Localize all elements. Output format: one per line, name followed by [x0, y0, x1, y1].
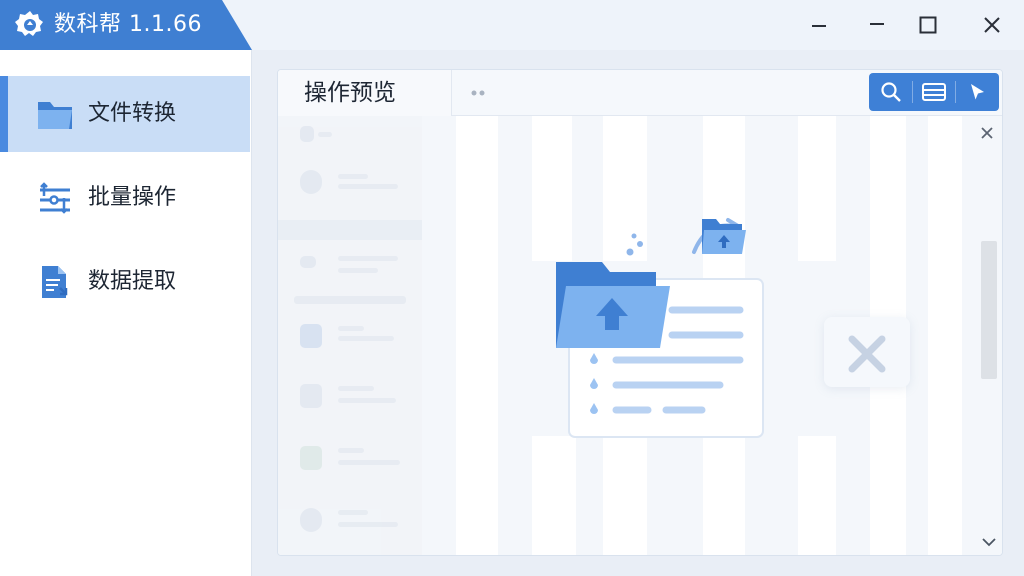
placeholder-line: [338, 256, 398, 261]
file-icon: [300, 446, 322, 470]
bg-stripe: [928, 116, 962, 555]
tab-label: 操作预览: [304, 80, 396, 106]
file-icon: [300, 384, 322, 408]
pointer-icon: [971, 84, 984, 100]
sidebar-item-label: 数据提取: [88, 269, 177, 294]
minimize-button[interactable]: [790, 0, 848, 50]
file-icon: [300, 324, 322, 348]
tab-preview[interactable]: 操作预览: [278, 70, 452, 116]
document-extract-icon: [42, 266, 68, 298]
placeholder-line: [338, 448, 364, 453]
scan-icon: [922, 83, 946, 101]
preview-canvas: [278, 116, 1002, 555]
sidebar-item-label: 批量操作: [88, 185, 177, 210]
placeholder-line: [338, 510, 368, 515]
list-item: [278, 240, 422, 300]
bg-stripe: [532, 436, 576, 555]
scrollbar-thumb[interactable]: [981, 241, 997, 379]
bg-stripe: [798, 436, 836, 555]
folder-icon: [38, 102, 72, 129]
file-icon: [300, 170, 322, 194]
placeholder-line: [338, 460, 400, 465]
placeholder-line: [294, 296, 406, 304]
folder-upload-icon: [556, 218, 764, 438]
app-title: 数科帮 1.1.66: [54, 12, 202, 38]
list-item: [278, 434, 422, 494]
app-version: 1.1.66: [129, 12, 202, 37]
search-icon: [881, 82, 901, 102]
toolbar-divider: [912, 81, 913, 103]
small-folder-upload-icon: [702, 219, 746, 254]
sidebar-item-file-convert[interactable]: 文件转换: [0, 76, 250, 152]
bg-stripe: [456, 116, 498, 555]
list-item: [278, 312, 422, 372]
maximize-button[interactable]: [899, 0, 957, 50]
file-icon: [300, 256, 316, 268]
cancel-card[interactable]: [824, 317, 910, 387]
preview-toolbar: [869, 73, 999, 111]
list-item: [278, 220, 422, 240]
list-item: [278, 496, 422, 555]
placeholder-line: [338, 386, 374, 391]
chevron-down-icon[interactable]: [978, 534, 1000, 550]
bg-stripe: [798, 116, 836, 261]
close-window-button[interactable]: [963, 0, 1021, 50]
close-preview-icon[interactable]: [976, 122, 998, 144]
sidebar-item-label: 文件转换: [88, 101, 177, 126]
cancel-x-icon: [848, 335, 886, 373]
panel-header: 操作预览: [278, 70, 1002, 116]
list-item: [278, 372, 422, 432]
placeholder-line: [338, 268, 378, 273]
ghost-file-list: [278, 116, 422, 555]
placeholder-line: [338, 326, 364, 331]
placeholder-line: [338, 184, 398, 189]
preview-panel: 操作预览: [277, 69, 1003, 556]
file-icon: [300, 508, 322, 532]
toolbar-divider: [955, 81, 956, 103]
batch-sliders-icon: [40, 182, 70, 214]
restore-icon: [870, 23, 884, 25]
minimize-icon: [812, 25, 826, 27]
bg-stripe: [603, 436, 647, 555]
sidebar-item-batch[interactable]: 批量操作: [0, 160, 250, 236]
pointer-button[interactable]: [957, 73, 997, 111]
title-bar: 数科帮 1.1.66: [0, 0, 1024, 50]
sidebar: 文件转换 批量操作 数据提取: [0, 50, 252, 576]
list-item: [278, 160, 422, 220]
file-icon: [300, 126, 314, 142]
restore-button[interactable]: [848, 0, 906, 50]
placeholder-line: [338, 398, 396, 403]
search-button[interactable]: [871, 73, 911, 111]
sidebar-item-data-extract[interactable]: 数据提取: [0, 244, 250, 320]
placeholder-line: [318, 132, 332, 137]
close-icon: [984, 17, 1000, 33]
placeholder-line: [338, 336, 394, 341]
placeholder-line: [338, 522, 398, 527]
maximize-icon: [919, 16, 937, 34]
scan-button[interactable]: [914, 73, 954, 111]
placeholder-line: [338, 174, 368, 179]
gear-logo-icon: [15, 11, 43, 36]
more-tabs-icon[interactable]: [470, 90, 490, 96]
app-name: 数科帮: [54, 12, 122, 37]
